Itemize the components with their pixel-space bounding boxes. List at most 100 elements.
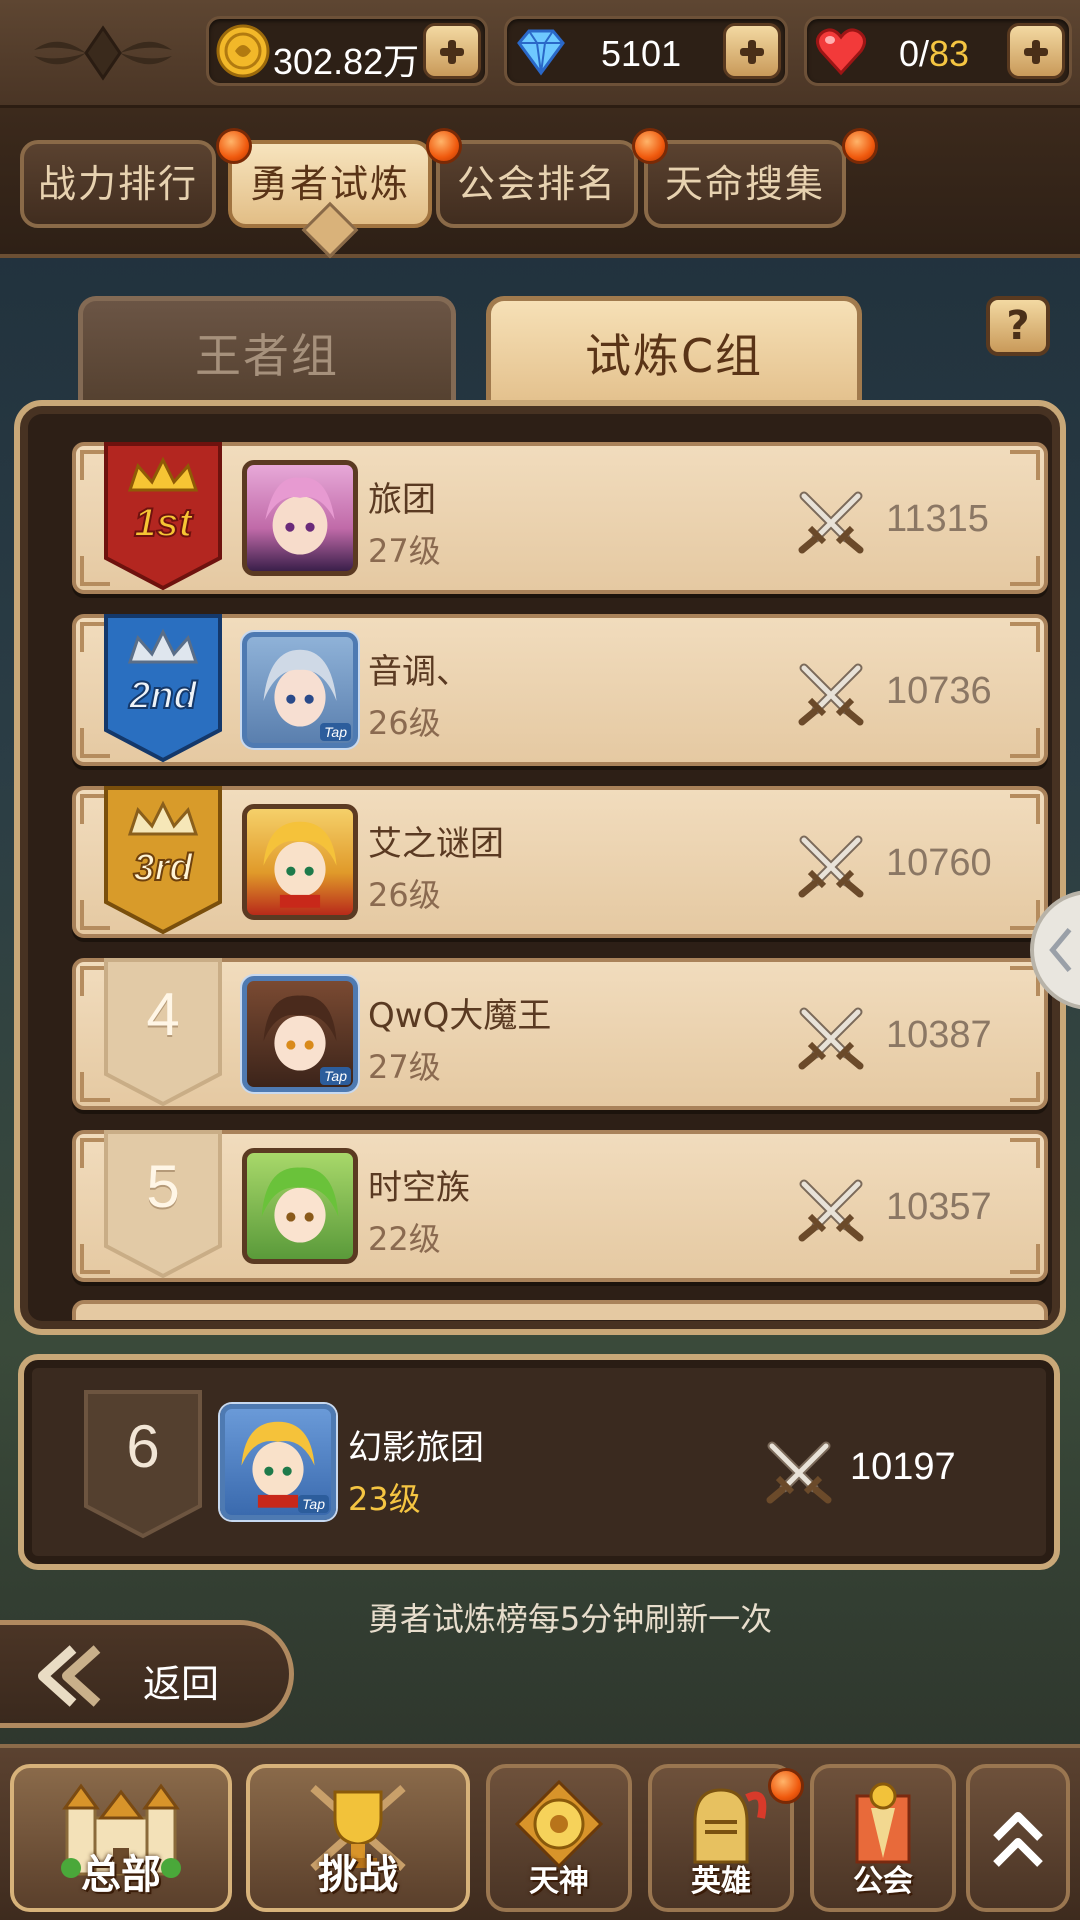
power-value: 10736 [886,670,992,712]
nav-guild[interactable]: 公会 [810,1764,956,1912]
add-gold-button[interactable] [423,23,481,79]
player-name: 幻影旅团 [348,1428,484,1468]
rank-number: 4 [146,981,180,1048]
double-chevron-left-icon [38,1645,101,1707]
add-diamond-button[interactable] [723,23,781,79]
rank-1-text: 1st [134,501,193,545]
ornament-emblem-icon [34,25,172,81]
tab-king-group[interactable]: 王者组 [78,296,456,406]
rank-6-badge: 6 [82,1388,204,1540]
power-value: 10760 [886,842,992,884]
nav-deity[interactable]: 天神 [486,1764,632,1912]
crossed-swords-icon [798,1007,864,1070]
ranking-row[interactable]: 2nd Tap 音调、 26级 10736 [72,614,1048,766]
nav-headquarters[interactable]: 总部 [10,1764,232,1912]
nav-label: 公会 [853,1864,913,1899]
nav-label: 挑战 [318,1852,398,1898]
player-level: 27级 [368,1048,441,1086]
power-value: 10357 [886,1186,992,1228]
rank-3-badge-icon: 3rd [104,786,222,935]
stamina-value: 0/83 [899,33,969,75]
tab-guild-ranking[interactable]: 公会排名 [436,140,638,228]
stamina-current: 0/ [899,33,930,74]
heart-icon [816,28,866,76]
diamond-icon [517,29,565,76]
back-label: 返回 [143,1662,220,1706]
hero-portrait-icon [263,821,337,908]
avatar[interactable]: Tap [220,1404,336,1520]
player-name: 艾之谜团 [368,824,504,864]
diamond-counter: 5101 [504,16,788,86]
ranking-tabs: 战力排行 勇者试炼 公会排名 天命搜集 [0,108,1080,258]
player-level: 26级 [368,876,441,914]
power-value: 11315 [886,498,989,540]
back-button[interactable]: 返回 [0,1620,294,1728]
double-chevron-up-icon [993,1812,1043,1867]
ranking-row[interactable]: 5 时空族 22级 10357 [72,1130,1048,1282]
power-value: 10387 [886,1014,992,1056]
hero-portrait-icon [265,477,335,555]
nav-label: 天神 [529,1864,589,1899]
add-stamina-button[interactable] [1007,23,1065,79]
notification-dot [426,128,462,164]
rank-2-badge-icon: 2nd [104,614,222,763]
tap-tag: Tap [320,723,351,741]
crossed-swords-icon [766,1441,832,1504]
crossed-swords-icon [798,1179,864,1242]
crossed-swords-icon [798,835,864,898]
notification-dot [632,128,668,164]
player-level: 23级 [348,1480,421,1518]
notification-dot [768,1768,804,1804]
help-button[interactable]: ? [986,296,1050,356]
player-name: 旅团 [368,480,436,520]
resource-bar: 302.82万 5101 0/83 [0,0,1080,108]
tab-trial-c-group[interactable]: 试炼C组 [486,296,862,406]
rank-3-text: 3rd [133,847,193,889]
player-level: 27级 [368,532,441,570]
player-name: QwQ大魔王 [368,996,552,1036]
my-rank-row[interactable]: 6 Tap 幻影旅团 23级 10197 [18,1354,1060,1570]
rank-4-badge: 4 [102,956,224,1108]
notification-dot [216,128,252,164]
player-level: 26级 [368,704,441,742]
tab-power-ranking[interactable]: 战力排行 [20,140,216,228]
bottom-navigation: 总部 挑战 天神 英雄 公会 [0,1744,1080,1920]
ranking-panel: 1st 旅团 27级 11315 2nd Tap 音调、 26级 10736 3… [14,400,1066,1335]
player-level: 22级 [368,1220,441,1258]
chevron-left-icon [1049,927,1072,973]
gold-counter: 302.82万 [206,16,488,86]
rank-5-badge: 5 [102,1128,224,1280]
rank-number: 6 [126,1413,160,1480]
ranking-row[interactable]: 4 Tap QwQ大魔王 27级 10387 [72,958,1048,1110]
crossed-swords-icon [798,491,864,554]
player-name: 音调、 [368,652,470,692]
tab-destiny-collection[interactable]: 天命搜集 [644,140,846,228]
power-value: 10197 [850,1446,956,1488]
player-name: 时空族 [368,1168,470,1208]
stamina-max: 83 [929,33,970,74]
rank-2-text: 2nd [128,675,197,717]
nav-challenge[interactable]: 挑战 [246,1764,470,1912]
hero-portrait-icon [261,1167,339,1243]
rank-1-badge-icon: 1st [104,442,222,591]
avatar[interactable]: Tap [242,976,358,1092]
tap-tag: Tap [320,1067,351,1085]
gold-value: 302.82万 [273,41,420,82]
rank-number: 5 [146,1153,180,1220]
nav-label: 总部 [81,1852,161,1898]
ranking-row-partial [72,1300,1048,1320]
tap-tag: Tap [298,1495,329,1513]
avatar[interactable] [242,1148,358,1264]
diamond-value: 5101 [601,33,682,74]
avatar[interactable] [242,804,358,920]
crossed-swords-icon [798,663,864,726]
gold-coin-icon [216,24,270,78]
expand-menu-button[interactable] [966,1764,1070,1912]
avatar[interactable] [242,460,358,576]
nav-label: 英雄 [691,1864,751,1899]
ranking-row[interactable]: 3rd 艾之谜团 26级 10760 [72,786,1048,938]
stamina-counter: 0/83 [804,16,1072,86]
avatar[interactable]: Tap [242,632,358,748]
ranking-row[interactable]: 1st 旅团 27级 11315 [72,442,1048,594]
notification-dot [842,128,878,164]
